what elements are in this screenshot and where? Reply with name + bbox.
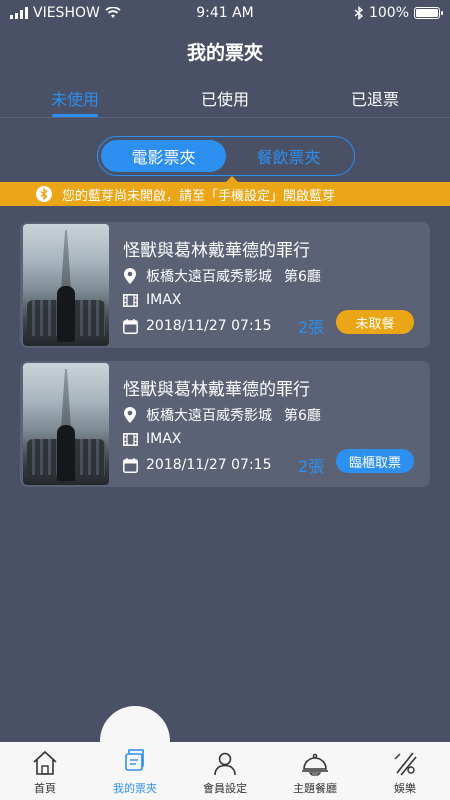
showtime: 2018/11/27 07:15 <box>146 318 272 334</box>
battery-fill <box>416 9 438 17</box>
nav-theme-restaurant-label: 主題餐廳 <box>293 782 337 795</box>
signal-icon <box>10 7 28 19</box>
user-icon <box>214 752 236 776</box>
carrier-name: VIESHOW <box>33 5 100 21</box>
segment-movie-tickets[interactable]: 電影票夾 <box>101 140 226 172</box>
tab-unused[interactable]: 未使用 <box>0 84 150 117</box>
venue-row: 板橋大遠百威秀影城 第6廳 <box>122 405 321 425</box>
location-pin-icon <box>122 407 138 423</box>
segment-dining-tickets[interactable]: 餐飲票夾 <box>226 140 351 172</box>
nav-my-tickets[interactable]: 我的票夾 <box>90 706 180 800</box>
status-bar: VIESHOW 9:41 AM 100% <box>0 0 450 26</box>
bluetooth-warning-text: 您的藍芽尚未開啟，請至「手機設定」開啟藍芽 <box>62 188 336 204</box>
status-right: 100% <box>354 5 443 21</box>
film-icon <box>122 292 138 308</box>
entertainment-icon <box>394 752 417 776</box>
movie-poster <box>23 224 109 346</box>
bottom-navigation: 首頁 我的票夾 會員設定 主題餐廳 娛樂 <box>0 706 450 800</box>
nav-entertainment[interactable]: 娛樂 <box>360 742 450 800</box>
location-pin-icon <box>122 268 138 284</box>
datetime-row: 2018/11/27 07:15 <box>122 457 272 473</box>
cloche-icon <box>302 753 328 776</box>
page-title: 我的票夾 <box>186 42 263 64</box>
tab-refunded[interactable]: 已退票 <box>300 84 450 117</box>
venue-row: 板橋大遠百威秀影城 第6廳 <box>122 266 321 286</box>
hall-number: 第6廳 <box>284 269 321 285</box>
tab-used[interactable]: 已使用 <box>150 84 300 117</box>
ticket-quantity: 2張 <box>298 457 325 476</box>
movie-title: 怪獸與葛林戴華德的罪行 <box>123 380 310 400</box>
screen-format: IMAX <box>146 292 182 308</box>
nav-member-settings-label: 會員設定 <box>203 782 247 795</box>
calendar-icon <box>122 457 138 473</box>
nav-my-tickets-label: 我的票夾 <box>113 782 157 795</box>
ticket-card[interactable]: 怪獸與葛林戴華德的罪行 板橋大遠百威秀影城 第6廳 IMAX 2018/11/2… <box>20 361 430 487</box>
ticket-quantity: 2張 <box>298 318 325 337</box>
format-row: IMAX <box>122 431 181 447</box>
status-button-unclaimed-meal[interactable]: 未取餐 <box>336 310 414 334</box>
status-button-counter-pickup[interactable]: 臨櫃取票 <box>336 449 414 473</box>
hall-number: 第6廳 <box>284 408 321 424</box>
status-left: VIESHOW <box>10 5 121 21</box>
nav-member-settings[interactable]: 會員設定 <box>180 742 270 800</box>
battery-icon <box>414 7 443 19</box>
banner-pointer <box>225 176 239 183</box>
venue-name: 板橋大遠百威秀影城 <box>146 269 272 285</box>
ticket-type-segment: 電影票夾 餐飲票夾 <box>97 136 355 176</box>
nav-entertainment-label: 娛樂 <box>394 782 416 795</box>
nav-home-label: 首頁 <box>34 782 56 795</box>
film-icon <box>122 431 138 447</box>
venue-name: 板橋大遠百威秀影城 <box>146 408 272 424</box>
bluetooth-warning-banner[interactable]: 您的藍芽尚未開啟，請至「手機設定」開啟藍芽 <box>0 176 450 206</box>
ticket-status-tabs: 未使用 已使用 已退票 <box>0 84 450 118</box>
home-icon <box>33 750 57 775</box>
movie-poster <box>23 363 109 485</box>
screen-format: IMAX <box>146 431 182 447</box>
ticket-card[interactable]: 怪獸與葛林戴華德的罪行 板橋大遠百威秀影城 第6廳 IMAX 2018/11/2… <box>20 222 430 348</box>
format-row: IMAX <box>122 292 181 308</box>
wifi-icon <box>105 7 121 18</box>
calendar-icon <box>122 318 138 334</box>
bluetooth-status-icon <box>354 6 364 20</box>
movie-title: 怪獸與葛林戴華德的罪行 <box>123 241 310 261</box>
bluetooth-icon <box>36 186 52 202</box>
nav-home[interactable]: 首頁 <box>0 742 90 800</box>
datetime-row: 2018/11/27 07:15 <box>122 318 272 334</box>
nav-theme-restaurant[interactable]: 主題餐廳 <box>270 742 360 800</box>
showtime: 2018/11/27 07:15 <box>146 457 272 473</box>
ticket-wallet-icon <box>125 749 144 771</box>
battery-percent: 100% <box>368 5 409 21</box>
